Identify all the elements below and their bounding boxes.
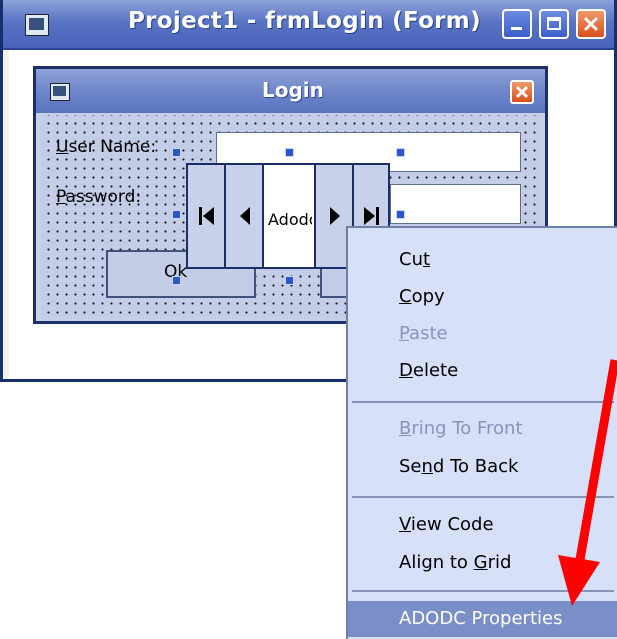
minimize-icon	[511, 27, 522, 30]
user-name-label[interactable]: User Name:	[56, 137, 156, 157]
menu-separator	[352, 590, 614, 592]
menu-item-send-to-back[interactable]: Send To Back	[348, 449, 617, 485]
menu-item-text: Se	[399, 456, 422, 477]
login-close-button[interactable]	[510, 80, 534, 104]
menu-item-text: ring To Front	[411, 418, 523, 439]
menu-item-mnemonic: t	[422, 249, 431, 270]
menu-item-text: Align to	[399, 552, 474, 573]
menu-item-mnemonic: B	[399, 418, 412, 439]
move-next-icon	[330, 207, 340, 225]
selection-handle[interactable]	[172, 148, 181, 157]
move-first-icon	[199, 207, 214, 225]
close-icon	[515, 85, 529, 99]
menu-item-text: aste	[409, 323, 448, 344]
login-titlebar[interactable]: Login	[36, 69, 545, 113]
menu-item-mnemonic: n	[421, 456, 433, 477]
close-icon	[583, 16, 599, 32]
menu-item-text: opy	[411, 286, 445, 307]
menu-item-mnemonic: P	[399, 323, 410, 344]
designer-title: Project1 - frmLogin (Form)	[128, 8, 481, 34]
move-first-button[interactable]	[188, 165, 226, 267]
context-menu: Cut Copy Paste Delete Bring To Front Sen…	[346, 226, 617, 639]
menu-item-copy[interactable]: Copy	[348, 279, 617, 315]
selection-handle[interactable]	[396, 148, 405, 157]
menu-item-view-code[interactable]: View Code	[348, 507, 617, 543]
menu-item-mnemonic: V	[399, 514, 411, 535]
selection-handle[interactable]	[172, 276, 181, 285]
menu-item-text: elete	[412, 360, 459, 381]
selection-handle[interactable]	[285, 148, 294, 157]
menu-item-cut[interactable]: Cut	[348, 242, 617, 278]
menu-item-text: rid	[487, 552, 512, 573]
selection-handle[interactable]	[396, 210, 405, 219]
menu-separator	[352, 496, 614, 498]
minimize-button[interactable]	[502, 9, 532, 39]
adodc-caption-area: Adodc1	[264, 165, 316, 267]
menu-item-adodc-properties[interactable]: ADODC Properties	[348, 601, 617, 637]
password-label[interactable]: Password:	[56, 187, 141, 207]
menu-separator	[352, 401, 614, 403]
user-name-label-text: ser Name:	[68, 137, 157, 157]
move-previous-button[interactable]	[226, 165, 264, 267]
maximize-button[interactable]	[539, 9, 569, 39]
close-button[interactable]	[576, 9, 606, 39]
password-mnemonic: P	[56, 187, 66, 207]
menu-item-paste[interactable]: Paste	[348, 316, 617, 352]
menu-item-text: ADODC Properties	[399, 608, 563, 629]
menu-item-delete[interactable]: Delete	[348, 353, 617, 389]
form-icon	[25, 14, 49, 36]
menu-item-text: Cu	[399, 249, 423, 270]
login-form-icon	[50, 83, 70, 101]
menu-item-bring-to-front[interactable]: Bring To Front	[348, 411, 617, 447]
designer-titlebar[interactable]: Project1 - frmLogin (Form)	[3, 0, 614, 50]
selection-handle[interactable]	[285, 276, 294, 285]
menu-item-align-to-grid[interactable]: Align to Grid	[348, 545, 617, 581]
password-textbox[interactable]	[390, 184, 521, 224]
maximize-icon	[547, 17, 561, 30]
move-previous-icon	[240, 207, 250, 225]
adodc-caption: Adodc1	[268, 210, 312, 229]
menu-item-text: iew Code	[410, 514, 494, 535]
password-label-text: assword:	[65, 187, 142, 207]
menu-item-text: d To Back	[432, 456, 519, 477]
move-last-icon	[364, 207, 379, 225]
menu-item-mnemonic: G	[473, 552, 488, 573]
user-name-mnemonic: U	[56, 137, 69, 157]
login-title: Login	[262, 78, 324, 102]
menu-item-mnemonic: C	[399, 286, 412, 307]
selection-handle[interactable]	[172, 210, 181, 219]
menu-item-mnemonic: D	[399, 360, 413, 381]
